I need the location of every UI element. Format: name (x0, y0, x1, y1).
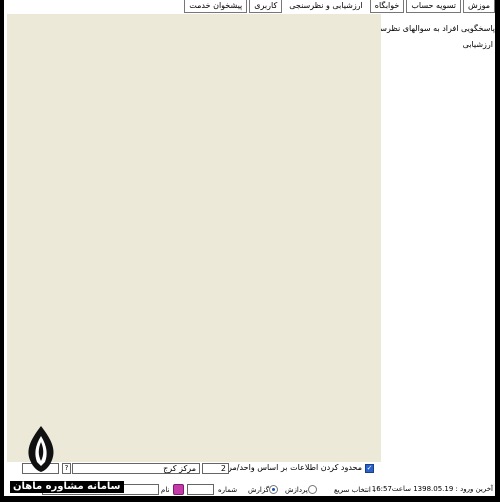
report-label: گزارش (248, 486, 270, 494)
process-radio[interactable] (308, 485, 317, 494)
tab-evaluation[interactable]: ارزشیابی و نظرسنجی (284, 0, 368, 13)
tab-settlement[interactable]: تسویه حساب (406, 0, 461, 13)
center-code-field[interactable]: 2 (202, 463, 229, 474)
help-button[interactable]: ? (62, 463, 71, 474)
quick-select-label: انتخاب سریع : (334, 486, 376, 494)
number-label: شماره (218, 486, 238, 494)
app-window: موزش تسویه حساب خوابگاه ارزشیابی و نظرسن… (4, 0, 495, 496)
menu-item-evaluation[interactable]: ارزشیابی (463, 40, 493, 49)
last-login-text: آخرین ورود : 1398.05.19 ساعت16:57 (371, 485, 493, 493)
tab-education[interactable]: موزش (462, 0, 495, 13)
limit-by-center-label: محدود کردن اطلاعات بر اساس واحد/مرکز (219, 463, 362, 472)
menu-item-survey-responses[interactable]: پاسخگویی افراد به سوالهای نظرسنجی (381, 24, 495, 33)
limit-by-center-checkbox[interactable]: ✓ (365, 464, 374, 473)
side-menu: پاسخگویی افراد به سوالهای نظرسنجی ارزشیا… (381, 14, 495, 462)
name-label: نام (161, 486, 170, 494)
center-name-field[interactable]: مرکز کرج (72, 463, 200, 474)
report-radio[interactable] (269, 485, 278, 494)
logo-drop-icon (28, 426, 54, 472)
tab-service-desk[interactable]: پیشخوان خدمت (184, 0, 248, 13)
tab-dormitory[interactable]: خوابگاه (369, 0, 405, 13)
tab-user[interactable]: کاربری (249, 0, 283, 13)
number-input[interactable] (187, 484, 214, 495)
tab-bar: موزش تسویه حساب خوابگاه ارزشیابی و نظرسن… (182, 0, 495, 14)
content-panel (7, 14, 381, 462)
process-label: پردازش (285, 486, 308, 494)
person-search-icon[interactable] (173, 484, 184, 495)
filter-row: ✓ محدود کردن اطلاعات بر اساس واحد/مرکز 2… (22, 463, 374, 475)
watermark-logo-text: سامانه مشاوره ماهان (10, 481, 124, 493)
